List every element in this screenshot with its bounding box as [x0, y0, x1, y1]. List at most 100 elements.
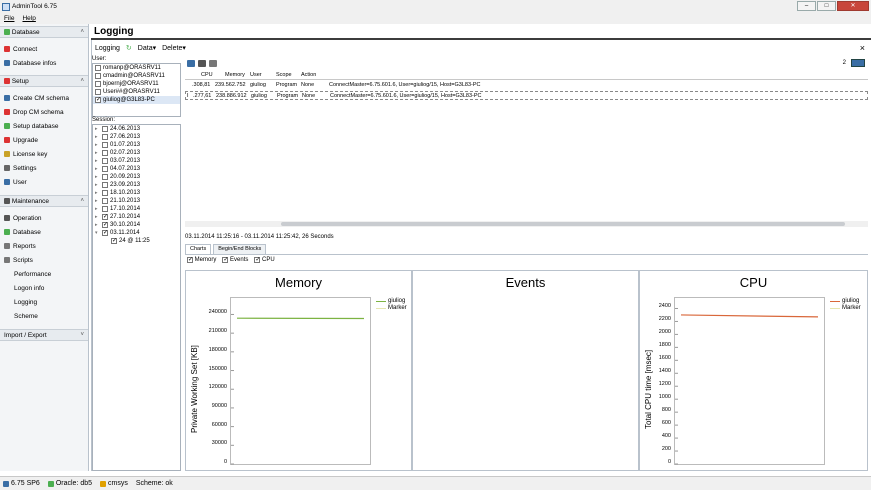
- sidebar-item-database-infos[interactable]: Database infos: [4, 58, 56, 68]
- list-item[interactable]: ▸ 21.10.2013: [93, 197, 180, 205]
- data-menu[interactable]: Data▾: [138, 44, 156, 52]
- expand-icon[interactable]: ▸: [95, 158, 100, 164]
- columns-icon[interactable]: [851, 59, 865, 67]
- expand-icon[interactable]: ▸: [95, 174, 100, 180]
- list-item[interactable]: ▸ 20.09.2013: [93, 173, 180, 181]
- expand-icon[interactable]: ▸: [95, 214, 100, 220]
- column-cpu[interactable]: CPU: [201, 72, 213, 78]
- sidebar-item-logging[interactable]: Logging: [14, 297, 37, 307]
- checkbox[interactable]: [102, 158, 108, 164]
- list-item[interactable]: ▸ ✓ 30.10.2014: [93, 221, 180, 229]
- list-item[interactable]: ▸ 02.07.2013: [93, 149, 180, 157]
- export-icon[interactable]: [187, 59, 195, 67]
- sidebar-item-drop-cm-schema[interactable]: Drop CM schema: [4, 107, 64, 117]
- list-item[interactable]: ▾ ✓ 03.11.2014: [93, 229, 180, 237]
- list-item[interactable]: ▸ 03.07.2013: [93, 157, 180, 165]
- sidebar-item-create-cm-schema[interactable]: Create CM schema: [4, 93, 69, 103]
- checkbox[interactable]: [95, 89, 101, 95]
- checkbox[interactable]: [102, 126, 108, 132]
- checkbox[interactable]: [102, 182, 108, 188]
- option-memory[interactable]: ✓ Memory: [187, 257, 216, 263]
- sidebar-item-license-key[interactable]: License key: [4, 149, 47, 159]
- checkbox[interactable]: [102, 206, 108, 212]
- sidebar-item-settings[interactable]: Settings: [4, 163, 37, 173]
- expand-icon[interactable]: ▾: [95, 230, 100, 236]
- column-action[interactable]: Action: [301, 72, 316, 78]
- section-import-export[interactable]: Import / Export ˅: [0, 329, 88, 341]
- sidebar-item-database[interactable]: Database: [4, 227, 41, 237]
- checkbox[interactable]: [95, 73, 101, 79]
- delete-menu[interactable]: Delete▾: [162, 44, 186, 52]
- list-item[interactable]: ▸ 24.06.2013: [93, 125, 180, 133]
- checkbox[interactable]: [102, 190, 108, 196]
- checkbox[interactable]: ✓: [111, 238, 117, 244]
- sidebar-item-setup-database[interactable]: Setup database: [4, 121, 59, 131]
- list-item[interactable]: ✓ giuliog@G3L83-PC: [93, 96, 180, 104]
- maximize-button[interactable]: □: [817, 1, 836, 11]
- list-item[interactable]: cmadmin@ORASRV11: [93, 72, 180, 80]
- column-memory[interactable]: Memory: [225, 72, 245, 78]
- list-item[interactable]: ▸ 17.10.2014: [93, 205, 180, 213]
- filter-icon[interactable]: [198, 59, 206, 67]
- expand-icon[interactable]: ▸: [95, 150, 100, 156]
- checkbox[interactable]: [102, 150, 108, 156]
- sidebar-item-logon-info[interactable]: Logon info: [14, 283, 44, 293]
- list-item[interactable]: bjoernj@ORASRV11: [93, 80, 180, 88]
- scrollbar-thumb[interactable]: [281, 222, 845, 226]
- sidebar-item-scripts[interactable]: Scripts: [4, 255, 33, 265]
- print-icon[interactable]: [209, 59, 217, 67]
- sidebar-item-operation[interactable]: Operation: [4, 213, 42, 223]
- checkbox[interactable]: ✓: [102, 214, 108, 220]
- checkbox[interactable]: [102, 134, 108, 140]
- list-item[interactable]: ▸ ✓ 27.10.2014: [93, 213, 180, 221]
- option-events[interactable]: ✓ Events: [222, 257, 248, 263]
- expand-icon[interactable]: ▸: [95, 190, 100, 196]
- list-item[interactable]: ▸ 01.07.2013: [93, 141, 180, 149]
- expand-icon[interactable]: ▸: [95, 134, 100, 140]
- checkbox[interactable]: [102, 142, 108, 148]
- sidebar-item-performance[interactable]: Performance: [14, 269, 51, 279]
- section-maintenance[interactable]: Maintenance ˄: [0, 195, 88, 207]
- section-database[interactable]: Database ˄: [0, 26, 88, 38]
- close-icon[interactable]: ×: [860, 43, 865, 53]
- table-row[interactable]: I .277,61 238.886.912 giuliog Program No…: [185, 91, 868, 100]
- minimize-button[interactable]: –: [797, 1, 816, 11]
- checkbox[interactable]: [95, 81, 101, 87]
- checkbox[interactable]: [102, 174, 108, 180]
- list-item[interactable]: User##@ORASRV11: [93, 88, 180, 96]
- list-item[interactable]: romanp@ORASRV11: [93, 64, 180, 72]
- expand-icon[interactable]: ▸: [95, 198, 100, 204]
- expand-icon[interactable]: ▸: [95, 166, 100, 172]
- expand-icon[interactable]: ▸: [95, 182, 100, 188]
- close-window-button[interactable]: ✕: [837, 1, 869, 11]
- sidebar-item-upgrade[interactable]: Upgrade: [4, 135, 38, 145]
- checkbox[interactable]: ✓: [102, 230, 108, 236]
- checkbox[interactable]: ✓: [95, 97, 101, 103]
- menu-file[interactable]: File: [4, 15, 14, 22]
- checkbox[interactable]: [102, 198, 108, 204]
- refresh-icon[interactable]: ↻: [126, 44, 132, 52]
- list-item[interactable]: ▸ 23.09.2013: [93, 181, 180, 189]
- sidebar-item-user[interactable]: User: [4, 177, 27, 187]
- checkbox[interactable]: [102, 166, 108, 172]
- menu-help[interactable]: Help: [22, 15, 35, 22]
- tab-charts[interactable]: Charts: [185, 244, 212, 254]
- tab-begin-end-blocks[interactable]: Begin/End Blocks: [213, 244, 267, 254]
- expand-icon[interactable]: ▸: [95, 206, 100, 212]
- list-item[interactable]: ▸ 27.06.2013: [93, 133, 180, 141]
- section-setup[interactable]: Setup ˄: [0, 75, 88, 87]
- checkbox[interactable]: [95, 65, 101, 71]
- list-item[interactable]: ▸ 18.10.2013: [93, 189, 180, 197]
- table-row[interactable]: .308,81 239.562.752 giuliog Program None…: [185, 81, 868, 90]
- expand-icon[interactable]: ▸: [95, 142, 100, 148]
- sidebar-item-connect[interactable]: Connect: [4, 44, 37, 54]
- list-item[interactable]: ▸ 04.07.2013: [93, 165, 180, 173]
- expand-icon[interactable]: ▸: [95, 126, 100, 132]
- expand-icon[interactable]: ▸: [95, 222, 100, 228]
- checkbox[interactable]: ✓: [102, 222, 108, 228]
- horizontal-scrollbar[interactable]: [185, 221, 868, 227]
- sidebar-item-reports[interactable]: Reports: [4, 241, 36, 251]
- option-cpu[interactable]: ✓ CPU: [254, 257, 275, 263]
- list-item[interactable]: ✓ 24 @ 11:25: [93, 237, 180, 245]
- column-user[interactable]: User: [250, 72, 262, 78]
